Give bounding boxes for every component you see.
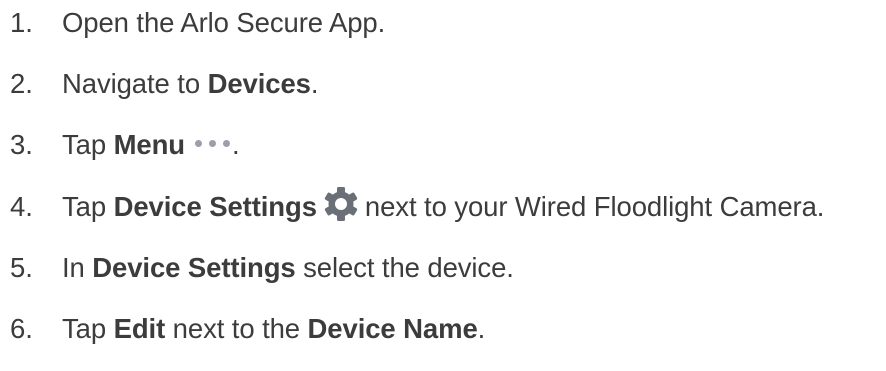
gear-icon xyxy=(323,186,359,222)
step-text-segment: . xyxy=(310,68,319,99)
step-text-segment: . xyxy=(477,313,486,344)
step-text-segment: Tap xyxy=(62,313,114,344)
step-text-segment: Navigate to xyxy=(62,68,208,99)
step-text-segment: In xyxy=(62,252,93,283)
more-horizontal-dots-icon xyxy=(195,139,230,147)
emphasized-term: Device Settings xyxy=(113,191,317,222)
emphasized-term: Device Settings xyxy=(92,252,296,283)
step-text: Tap Device Settings next to your Wired F… xyxy=(62,186,825,225)
step-text-segment: select the device. xyxy=(295,252,514,283)
step-text-segment: Tap xyxy=(62,129,114,160)
step-number: 1. xyxy=(10,7,33,38)
step-text-segment: . xyxy=(232,129,240,160)
step-number: 3. xyxy=(10,129,33,160)
step-text: Tap Edit next to the Device Name . xyxy=(62,313,485,345)
dot xyxy=(209,139,216,147)
step-number: 4. xyxy=(10,191,33,222)
step-number: 6. xyxy=(10,313,33,344)
step-text-segment: next to your Wired Floodlight Camera. xyxy=(364,191,825,222)
step-number: 2. xyxy=(10,68,33,99)
step-text: In Device Settings select the device. xyxy=(62,252,514,284)
dot xyxy=(223,139,230,147)
emphasized-term: Device Name xyxy=(307,313,478,344)
step-text: Tap Menu . xyxy=(62,129,240,161)
emphasized-term: Menu xyxy=(113,129,186,160)
dot xyxy=(195,139,202,147)
step-text-segment: Open the Arlo Secure App. xyxy=(62,7,386,38)
step-text: Open the Arlo Secure App. xyxy=(62,7,385,39)
step-text-segment: Tap xyxy=(62,191,114,222)
step-number: 5. xyxy=(10,252,33,283)
emphasized-term: Devices xyxy=(207,68,311,99)
step-text: Navigate to Devices . xyxy=(62,68,318,100)
step-text-segment: next to the xyxy=(165,313,308,344)
emphasized-term: Edit xyxy=(113,313,166,344)
